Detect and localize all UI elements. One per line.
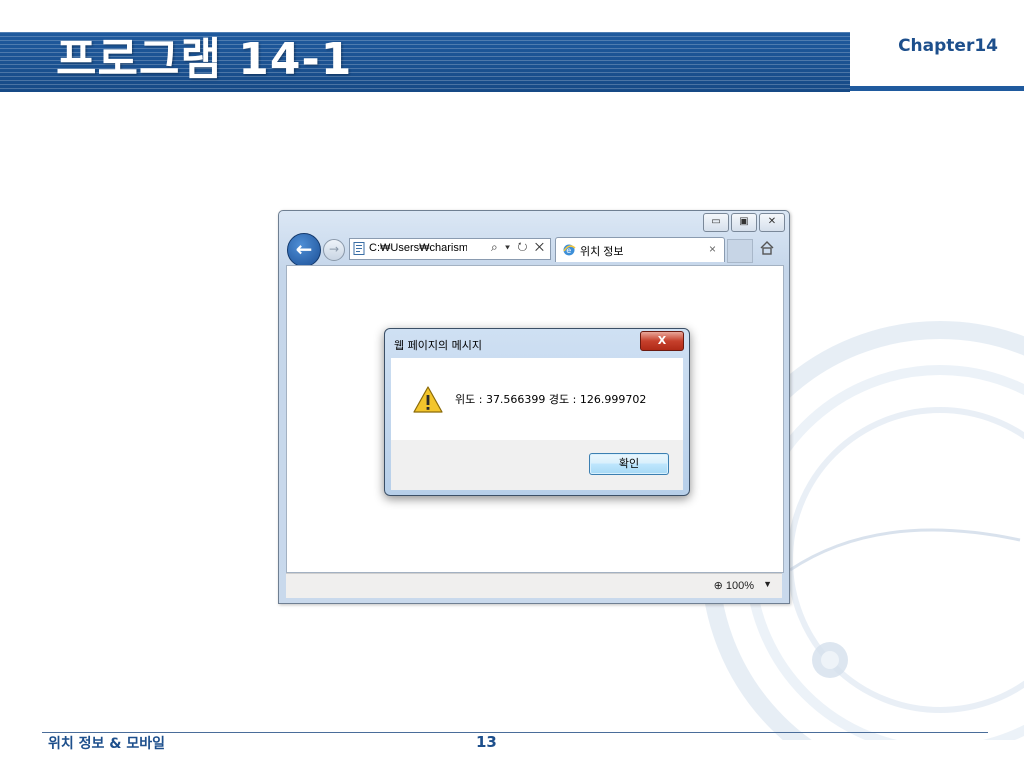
dialog-footer: 확인 [391,440,683,490]
close-window-button[interactable]: ✕ [759,213,785,232]
forward-arrow-icon[interactable]: → [323,239,345,261]
zoom-level: 100% [725,580,754,592]
zoom-control[interactable]: ⊕ 100% [714,579,754,592]
page-icon [353,242,365,255]
tab-location-info[interactable]: e 위치 정보 × [555,237,725,262]
status-bar: ⊕ 100% ▼ [286,573,782,598]
zoom-icon: ⊕ [713,580,723,592]
minimize-button[interactable]: ▭ [703,213,729,232]
home-icon[interactable] [759,240,775,256]
ok-button[interactable]: 확인 [589,453,669,475]
zoom-dropdown-icon[interactable]: ▼ [763,579,772,589]
dialog-close-button[interactable]: X [640,331,684,351]
footer-topic: 위치 정보 & 모바일 [48,736,165,752]
chapter-underline [850,86,1024,91]
chapter-label: Chapter14 [898,36,998,56]
ie-icon: e [563,244,576,256]
address-bar[interactable]: C:₩Users₩charisma ⌕ ▾ ↻ ✕ [349,238,551,260]
footer-divider [42,732,988,733]
dialog-body: 위도 : 37.566399 경도 : 126.999702 [391,358,683,440]
message-dialog: 웹 페이지의 메시지 X 위도 : 37.566399 경도 : 126.999… [384,328,690,496]
page-number: 13 [476,733,497,751]
new-tab-button[interactable] [727,239,753,263]
tab-close-icon[interactable]: × [709,242,716,256]
address-tools-icons[interactable]: ⌕ ▾ ↻ ✕ [491,240,546,255]
tab-title: 위치 정보 [580,246,624,258]
address-text: C:₩Users₩charisma [369,242,467,254]
dialog-title: 웹 페이지의 메시지 [394,339,482,352]
window-controls: ▭ ▣ ✕ [703,213,785,232]
maximize-button[interactable]: ▣ [731,213,757,232]
dialog-message: 위도 : 37.566399 경도 : 126.999702 [455,393,647,406]
back-arrow-icon[interactable]: ← [287,233,321,267]
navigation-bar: ← → C:₩Users₩charisma ⌕ ▾ ↻ ✕ e 위치 정보 × [285,233,785,267]
warning-icon [413,386,443,413]
slide-title: 프로그램 14-1 [56,34,353,85]
svg-text:e: e [566,246,571,255]
